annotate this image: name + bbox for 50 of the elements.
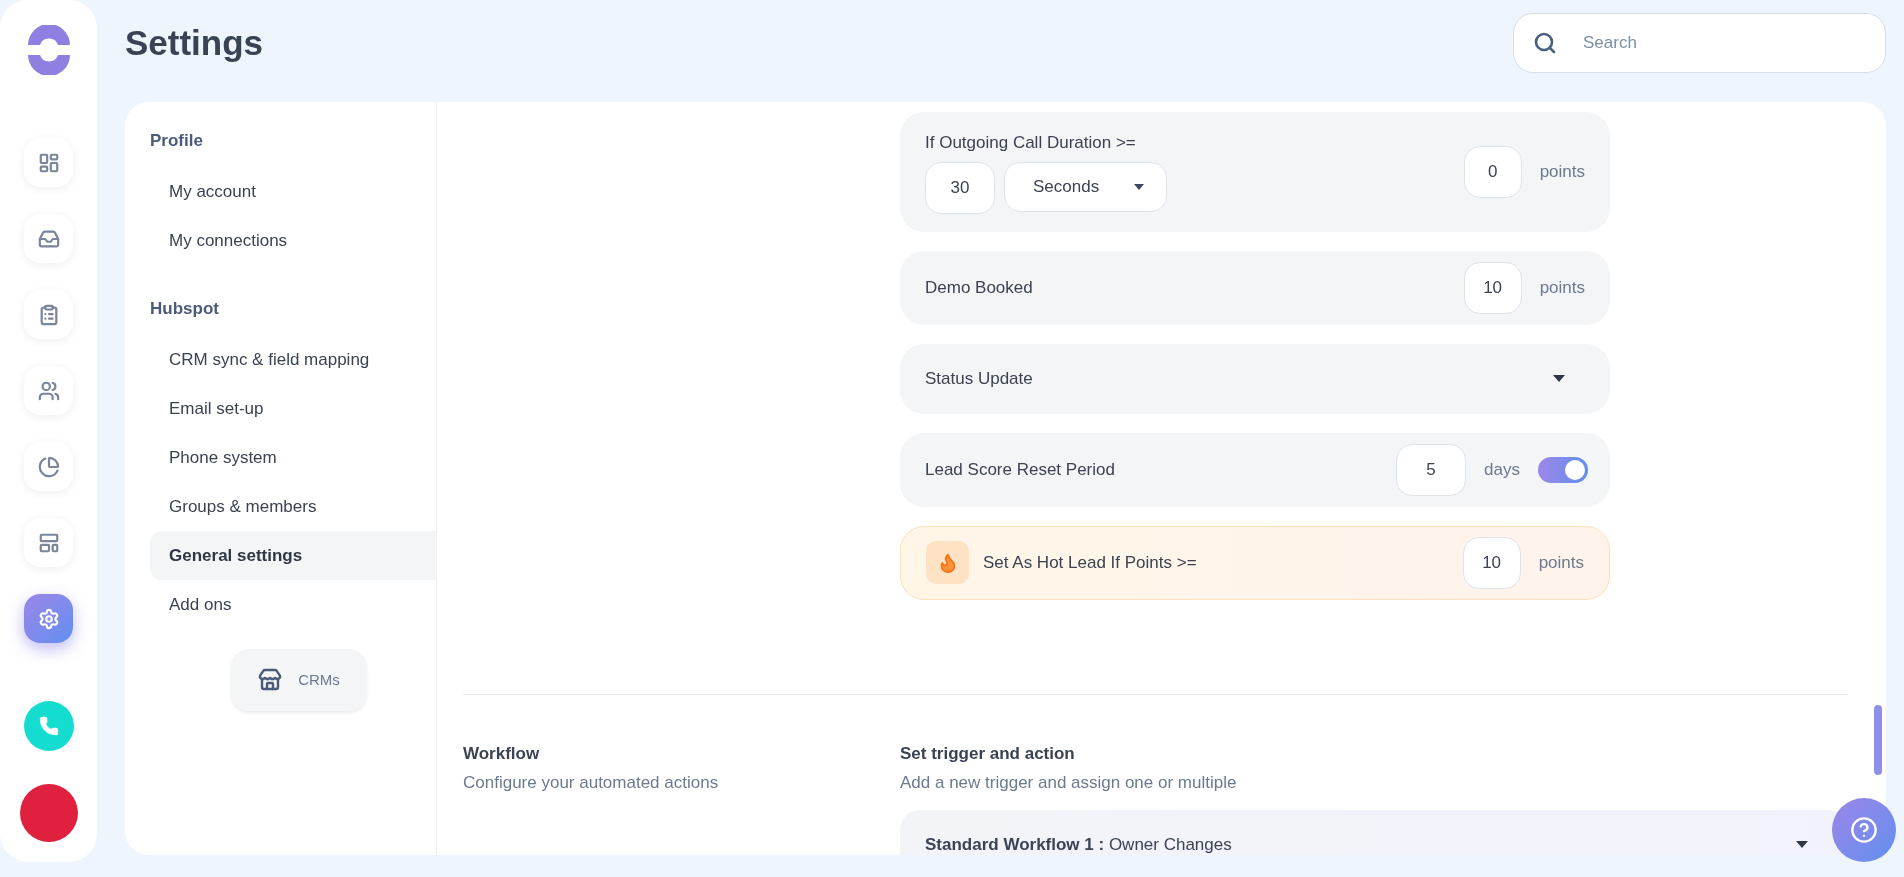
pie-chart-icon[interactable]	[24, 442, 73, 491]
avatar[interactable]	[19, 784, 78, 842]
section-heading: Profile	[150, 130, 204, 152]
nav-item[interactable]: Add ons	[150, 580, 436, 629]
phone-icon	[38, 716, 59, 736]
number-field[interactable]: 30	[925, 161, 995, 214]
store-icon	[258, 668, 283, 692]
caret-icon	[1134, 183, 1144, 190]
layout-icon[interactable]	[24, 518, 73, 567]
dashboard-icon[interactable]	[24, 138, 73, 187]
nav-item[interactable]: CRM sync & field mapping	[150, 335, 436, 384]
caret-icon	[1796, 841, 1808, 848]
section-heading: Set trigger and action	[900, 742, 1076, 765]
rule-label: Lead Score Reset Period	[925, 458, 1115, 481]
nav-item[interactable]: My connections	[150, 216, 436, 266]
rule-label: Demo Booked	[925, 276, 1033, 299]
nav-item[interactable]: Groups & members	[150, 482, 436, 531]
tray-icon[interactable]	[24, 214, 73, 263]
section-description: Add a new trigger and assign one or multiple	[900, 772, 1238, 794]
number-field[interactable]: 5	[1396, 443, 1467, 496]
number-field[interactable]: 10	[1462, 536, 1521, 589]
people-icon[interactable]	[24, 366, 73, 415]
section-heading: Hubspot	[150, 297, 220, 320]
number-field[interactable]: 10	[1463, 261, 1522, 314]
points-label: points	[1539, 161, 1585, 183]
nav-item[interactable]: Phone system	[150, 433, 436, 482]
clipboard-icon[interactable]	[24, 290, 73, 339]
help-icon	[1850, 816, 1878, 844]
section-description: Configure your automated actions	[463, 772, 720, 794]
unit-dropdown[interactable]: Seconds	[1004, 161, 1167, 212]
search-field[interactable]: Search	[1513, 13, 1886, 73]
number-field[interactable]: 0	[1463, 145, 1522, 198]
nav-item[interactable]: General settings	[150, 531, 436, 580]
nav-item[interactable]: My account	[150, 167, 436, 217]
settings-icon[interactable]	[24, 594, 73, 643]
rule-label: If Outgoing Call Duration >=	[925, 132, 1137, 154]
status-dropdown[interactable]: Status Update	[900, 343, 1610, 414]
points-label: points	[1538, 551, 1584, 574]
section-heading: Workflow	[463, 742, 541, 765]
page-title: Settings	[125, 21, 264, 64]
scrollbar-thumb	[1874, 705, 1882, 775]
points-label: points	[1539, 276, 1585, 299]
toggle-switch[interactable]	[1538, 456, 1588, 483]
flame-icon	[926, 541, 969, 584]
rule-label: Set As Hot Lead If Points >=	[983, 551, 1197, 574]
search-icon	[1533, 31, 1557, 55]
caret-icon	[1553, 375, 1565, 382]
nav-item[interactable]: Email set-up	[150, 384, 436, 433]
unit-label: days	[1484, 458, 1520, 481]
crms-button[interactable]: CRMs	[231, 649, 367, 711]
